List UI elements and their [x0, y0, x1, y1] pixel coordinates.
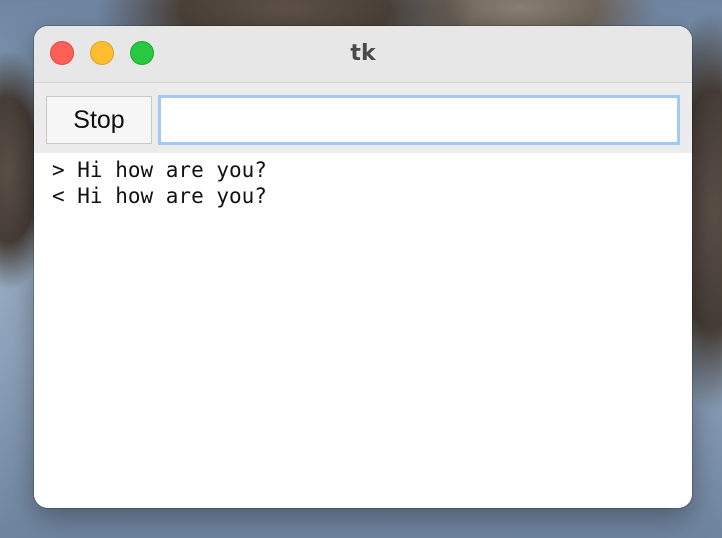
- toolbar: Stop: [34, 83, 692, 153]
- title-bar[interactable]: tk: [34, 26, 692, 83]
- output-line-sent: > Hi how are you?: [52, 158, 267, 182]
- stop-button[interactable]: Stop: [46, 96, 152, 144]
- output-text-area[interactable]: > Hi how are you? < Hi how are you?: [34, 153, 692, 508]
- window-title: tk: [350, 41, 376, 66]
- message-input[interactable]: [158, 95, 680, 145]
- output-line-received: < Hi how are you?: [52, 184, 267, 208]
- tk-window: tk Stop > Hi how are you? < Hi how are y…: [34, 26, 692, 508]
